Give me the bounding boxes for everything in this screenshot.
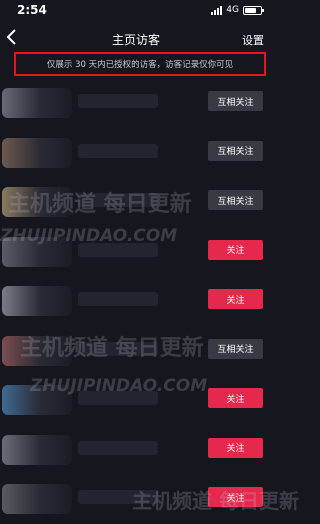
username-blurred (78, 94, 158, 108)
signal-icon (211, 5, 223, 15)
follow-button[interactable]: 关注 (208, 239, 263, 260)
mutual-follow-button[interactable]: 互相关注 (208, 338, 263, 359)
status-bar: 2:54 4G (0, 0, 272, 22)
avatar-blurred[interactable] (2, 335, 72, 366)
visitor-row[interactable]: 互相关注 (0, 326, 272, 376)
avatar-blurred[interactable] (2, 286, 72, 316)
avatar-blurred[interactable] (2, 385, 72, 415)
username-blurred (78, 292, 158, 306)
visitor-row[interactable]: 关注 (0, 375, 272, 425)
mutual-follow-button[interactable]: 互相关注 (208, 190, 263, 210)
username-blurred (78, 242, 158, 257)
username-blurred (78, 440, 158, 455)
network-label: 4G (226, 5, 239, 15)
settings-button[interactable]: 设置 (242, 32, 264, 48)
avatar-blurred[interactable] (2, 88, 72, 118)
visitor-list: 互相关注 互相关注 互相关注 关注 关注 互相关注 关注 关注 关注 (0, 78, 272, 524)
visitor-row[interactable]: 互相关注 (0, 177, 272, 227)
avatar-blurred[interactable] (2, 236, 72, 267)
mutual-follow-button[interactable]: 互相关注 (208, 91, 263, 111)
follow-button[interactable]: 关注 (208, 437, 263, 458)
avatar-blurred[interactable] (2, 434, 72, 465)
page-title: 主页访客 (111, 33, 160, 47)
follow-button[interactable]: 关注 (208, 289, 263, 309)
avatar-blurred[interactable] (2, 137, 72, 168)
visitor-row[interactable]: 关注 (0, 425, 272, 475)
username-blurred (78, 193, 158, 207)
visitor-notice: 仅展示 30 天内已授权的访客，访客记录仅你可见 (14, 52, 266, 76)
username-blurred (78, 490, 158, 504)
visitor-row[interactable]: 关注 (0, 474, 272, 524)
username-blurred (78, 143, 158, 158)
status-time: 2:54 (17, 3, 47, 17)
username-blurred (78, 391, 158, 405)
username-blurred (78, 341, 158, 356)
follow-button[interactable]: 关注 (208, 487, 263, 507)
visitor-row[interactable]: 关注 (0, 227, 272, 277)
avatar-blurred[interactable] (2, 484, 72, 514)
battery-icon (243, 5, 264, 15)
status-icons: 4G (211, 5, 264, 15)
nav-bar: 主页访客 设置 (0, 28, 272, 50)
visitor-row[interactable]: 关注 (0, 276, 272, 326)
visitor-row[interactable]: 互相关注 (0, 78, 272, 128)
battery-level (245, 7, 257, 13)
mutual-follow-button[interactable]: 互相关注 (208, 140, 263, 161)
visitor-row[interactable]: 互相关注 (0, 128, 272, 178)
follow-button[interactable]: 关注 (208, 388, 263, 408)
avatar-blurred[interactable] (2, 187, 72, 217)
